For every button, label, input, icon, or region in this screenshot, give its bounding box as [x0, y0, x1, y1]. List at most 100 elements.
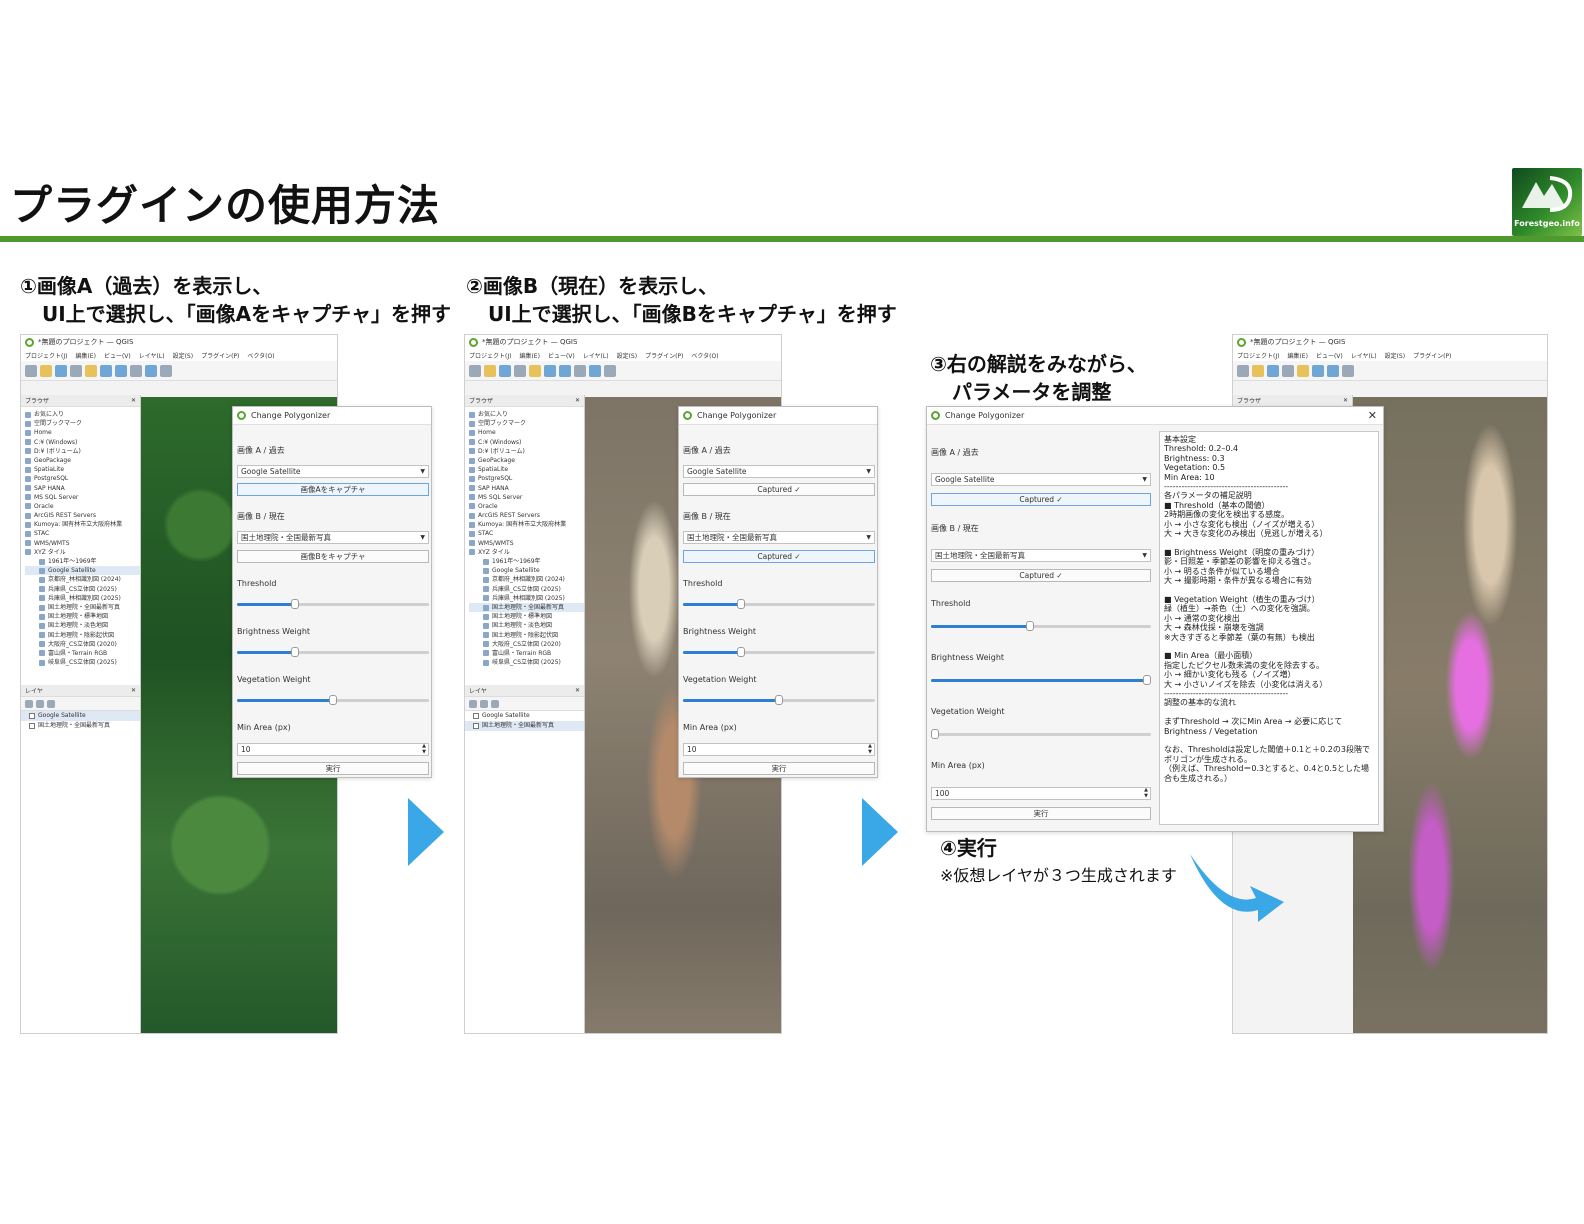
tree-item[interactable]: C:¥ (Windows)	[25, 438, 140, 447]
tree-item[interactable]: D:¥ (ボリューム)	[25, 447, 140, 456]
tree-item[interactable]: 空間ブックマーク	[469, 419, 584, 428]
tree-item[interactable]: MS SQL Server	[469, 493, 584, 502]
tree-item[interactable]: Kumoya: 国有林市立大阪府林業	[25, 520, 140, 529]
xyz-item[interactable]: 兵庫県_CS立体図 (2025)	[469, 585, 584, 594]
new-project-icon[interactable]	[469, 364, 481, 377]
layer-row-a[interactable]: Google Satellite	[465, 711, 584, 721]
tree-item[interactable]: Home	[25, 428, 140, 437]
min-area-spinbox[interactable]: 10 ▲ ▼	[237, 743, 429, 756]
capture-b-button[interactable]: 画像Bをキャプチャ	[237, 550, 429, 563]
xyz-item[interactable]: 国土地理院・陰影起伏図	[469, 631, 584, 640]
brightness-slider[interactable]	[237, 647, 429, 657]
tree-item[interactable]: C:¥ (Windows)	[469, 438, 584, 447]
xyz-item[interactable]: 大阪府_CS立体図 (2020)	[25, 640, 140, 649]
new-project-icon[interactable]	[25, 364, 37, 377]
vegetation-slider[interactable]	[237, 695, 429, 705]
min-area-spinbox[interactable]: 100 ▲ ▼	[931, 787, 1151, 800]
expand-icon[interactable]	[47, 699, 55, 708]
layer-checkbox[interactable]	[473, 713, 479, 719]
tree-item[interactable]: SpatiaLite	[25, 465, 140, 474]
zoom-in-icon[interactable]	[1312, 364, 1324, 377]
tree-item[interactable]: GeoPackage	[25, 456, 140, 465]
tree-item[interactable]: Home	[469, 428, 584, 437]
tree-item[interactable]: 空間ブックマーク	[25, 419, 140, 428]
filter-icon[interactable]	[36, 699, 44, 708]
expand-icon[interactable]	[491, 699, 499, 708]
zoom-in-icon[interactable]	[100, 364, 112, 377]
print-layout-icon[interactable]	[514, 364, 526, 377]
slider-handle[interactable]	[290, 647, 299, 657]
layer-checkbox[interactable]	[29, 713, 35, 719]
zoom-out-icon[interactable]	[559, 364, 571, 377]
menu-vector[interactable]: ベクタ(O)	[691, 351, 718, 360]
tree-item[interactable]: WMS/WMTS	[25, 539, 140, 548]
slider-handle[interactable]	[1026, 621, 1034, 631]
tree-item[interactable]: GeoPackage	[469, 456, 584, 465]
tree-item[interactable]: お気に入り	[469, 410, 584, 419]
layer-checkbox[interactable]	[29, 723, 35, 729]
pan-hand-icon[interactable]	[85, 364, 97, 377]
save-icon[interactable]	[499, 364, 511, 377]
panel-close-icon[interactable]: ✕	[131, 687, 136, 694]
slider-handle[interactable]	[290, 599, 299, 609]
slider-handle[interactable]	[1143, 675, 1151, 685]
zoom-full-icon[interactable]	[130, 364, 142, 377]
menu-edit[interactable]: 編集(E)	[1287, 351, 1307, 360]
refresh-icon[interactable]	[160, 364, 172, 377]
threshold-slider[interactable]	[931, 621, 1151, 631]
print-layout-icon[interactable]	[1282, 364, 1294, 377]
image-b-combo[interactable]: 国土地理院・全国最新写真 ▼	[931, 549, 1151, 562]
menu-project[interactable]: プロジェクト(J)	[1237, 351, 1279, 360]
tree-item[interactable]: WMS/WMTS	[469, 539, 584, 548]
tree-item[interactable]: Oracle	[469, 502, 584, 511]
xyz-item[interactable]: 国土地理院・全国最新写真	[25, 603, 140, 612]
zoom-layer-icon[interactable]	[145, 364, 157, 377]
brightness-slider[interactable]	[931, 675, 1151, 685]
new-project-icon[interactable]	[1237, 364, 1249, 377]
spin-arrows-icon[interactable]: ▲ ▼	[868, 743, 872, 755]
save-icon[interactable]	[1267, 364, 1279, 377]
pan-hand-icon[interactable]	[529, 364, 541, 377]
slider-handle[interactable]	[931, 729, 939, 739]
zoom-out-icon[interactable]	[115, 364, 127, 377]
open-folder-icon[interactable]	[1252, 364, 1264, 377]
menu-plugins[interactable]: プラグイン(P)	[1413, 351, 1451, 360]
menu-edit[interactable]: 編集(E)	[519, 351, 539, 360]
layer-checkbox[interactable]	[473, 723, 479, 729]
spin-arrows-icon[interactable]: ▲ ▼	[1144, 787, 1148, 799]
menu-layer[interactable]: レイヤ(L)	[583, 351, 609, 360]
zoom-full-icon[interactable]	[1342, 364, 1354, 377]
close-icon[interactable]: ✕	[1368, 409, 1377, 422]
xyz-item[interactable]: 京都府_林相識別図 (2024)	[469, 575, 584, 584]
image-a-combo[interactable]: Google Satellite ▼	[931, 473, 1151, 486]
open-folder-icon[interactable]	[484, 364, 496, 377]
capture-a-button[interactable]: 画像Aをキャプチャ	[237, 483, 429, 496]
open-folder-icon[interactable]	[40, 364, 52, 377]
menu-settings[interactable]: 設定(S)	[1385, 351, 1406, 360]
menu-plugins[interactable]: プラグイン(P)	[645, 351, 683, 360]
tree-item[interactable]: SAP HANA	[25, 484, 140, 493]
tree-item[interactable]: ArcGIS REST Servers	[25, 511, 140, 520]
xyz-item[interactable]: 富山県・Terrain RGB	[25, 649, 140, 658]
print-layout-icon[interactable]	[70, 364, 82, 377]
xyz-item[interactable]: 1961年～1969年	[25, 557, 140, 566]
refresh-icon[interactable]	[604, 364, 616, 377]
image-a-combo[interactable]: Google Satellite ▼	[237, 465, 429, 478]
tree-item[interactable]: ArcGIS REST Servers	[469, 511, 584, 520]
menu-edit[interactable]: 編集(E)	[75, 351, 95, 360]
threshold-slider[interactable]	[683, 599, 875, 609]
tree-item[interactable]: STAC	[25, 529, 140, 538]
xyz-item[interactable]: 国土地理院・淡色地図	[469, 621, 584, 630]
pan-hand-icon[interactable]	[1297, 364, 1309, 377]
zoom-layer-icon[interactable]	[589, 364, 601, 377]
menu-layer[interactable]: レイヤ(L)	[139, 351, 165, 360]
xyz-item[interactable]: Google Satellite	[25, 566, 140, 576]
tree-item[interactable]: SpatiaLite	[469, 465, 584, 474]
tree-item[interactable]: XYZ タイル	[25, 548, 140, 557]
xyz-item[interactable]: 国土地理院・標準地図	[25, 612, 140, 621]
menu-settings[interactable]: 設定(S)	[173, 351, 194, 360]
capture-b-button[interactable]: Captured ✓	[931, 569, 1151, 582]
image-b-combo[interactable]: 国土地理院・全国最新写真 ▼	[237, 531, 429, 544]
capture-a-button[interactable]: Captured ✓	[931, 493, 1151, 506]
capture-b-button[interactable]: Captured ✓	[683, 550, 875, 563]
